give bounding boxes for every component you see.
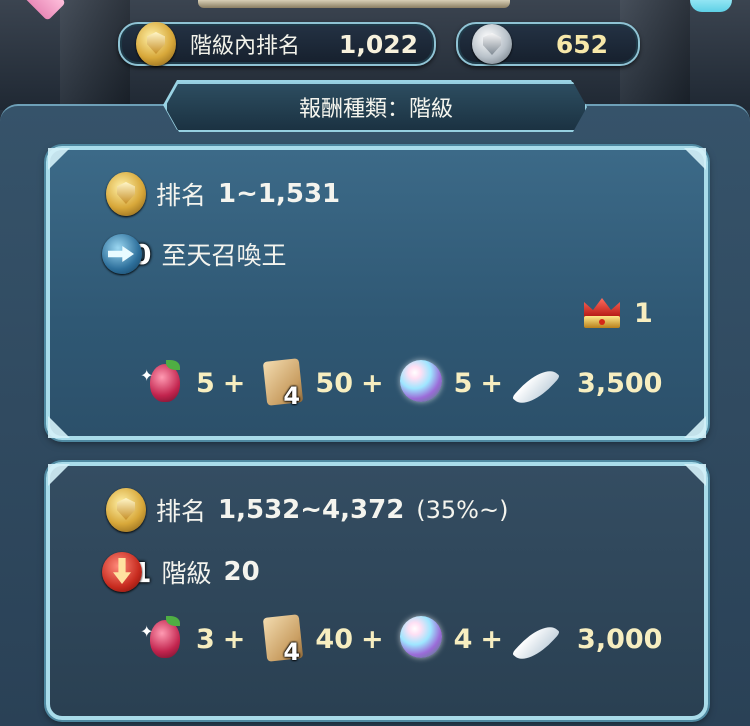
card-corner — [684, 464, 706, 486]
rank-label: 階級內排名 — [190, 34, 301, 59]
rank-range-row: 排名 1~1,531 — [106, 172, 340, 216]
scroll-badge: 4 — [283, 382, 301, 410]
plus-sign: + — [361, 623, 384, 655]
plus-sign: + — [222, 367, 246, 399]
card-corner — [48, 416, 70, 438]
plus-sign: + — [480, 623, 504, 655]
top-frame-strip — [198, 0, 510, 8]
rank-medal-icon — [136, 22, 176, 66]
orb-icon — [398, 616, 444, 662]
rank-percent: (35%~) — [416, 496, 509, 524]
rank-prefix: 排名 — [156, 497, 207, 526]
rank-medal-icon — [106, 488, 146, 532]
rank-range: 1,532~4,372 — [218, 495, 405, 525]
fruit-count: 5 — [196, 367, 215, 399]
card-corner — [684, 148, 706, 170]
tier-label: 階級 — [161, 559, 212, 588]
cyan-decoration — [690, 0, 732, 12]
orb-icon — [398, 360, 444, 406]
orb-count: 5 — [453, 367, 473, 399]
promotion-row: 0 至天召喚王 — [102, 234, 287, 274]
reward-type-label: 報酬種類：階級 — [298, 97, 453, 122]
scroll-icon: 4 — [259, 358, 305, 410]
scroll-count: 40 — [315, 623, 353, 655]
feather-count: 3,500 — [577, 367, 663, 399]
fruit-icon: ✦ — [140, 360, 186, 406]
rank-prefix: 排名 — [156, 181, 207, 210]
feather-icon — [517, 617, 567, 661]
fruit-count: 3 — [196, 623, 215, 655]
scroll-badge: 4 — [283, 638, 301, 666]
demotion-row: 1 階級 20 — [102, 552, 260, 592]
feather-icon — [517, 361, 567, 405]
feather-count: 3,000 — [577, 623, 663, 655]
rank-range-row: 排名 1,532~4,372 (35%~) — [106, 488, 508, 532]
silver-count-display: 652 — [456, 22, 640, 66]
plus-sign: + — [222, 623, 246, 655]
card-corner — [48, 464, 70, 486]
silver-medal-icon — [472, 24, 512, 64]
demote-arrow-icon — [102, 552, 142, 592]
scroll-count: 50 — [315, 367, 353, 399]
scroll-icon: 4 — [259, 614, 305, 666]
crown-icon — [582, 296, 622, 330]
card-corner — [48, 148, 70, 170]
reward-tier-card-1: 排名 1~1,531 0 至天召喚王 1 ✦ 5 + 4 50 + 5 + 3,… — [46, 146, 708, 440]
card-corner — [684, 416, 706, 438]
reward-tier-card-2: 排名 1,532~4,372 (35%~) 1 階級 20 ✦ 3 + 4 40… — [46, 462, 708, 720]
reward-items-row: ✦ 5 + 4 50 + 5 + 3,500 — [140, 358, 663, 410]
promotion-text: 至天召喚王 — [161, 241, 287, 270]
plus-sign: + — [480, 367, 504, 399]
rank-in-tier-display: 階級內排名 1,022 — [118, 22, 436, 66]
crown-reward: 1 — [582, 296, 653, 330]
silver-value: 652 — [555, 29, 608, 59]
rank-medal-icon — [106, 172, 146, 216]
reward-items-row: ✦ 3 + 4 40 + 4 + 3,000 — [140, 614, 663, 666]
rank-range: 1~1,531 — [218, 179, 341, 209]
reward-type-tab[interactable]: 報酬種類：階級 — [165, 82, 587, 132]
orb-count: 4 — [453, 623, 473, 655]
fruit-icon: ✦ — [140, 616, 186, 662]
rank-value: 1,022 — [338, 29, 418, 59]
crown-count: 1 — [634, 297, 653, 329]
tier-value: 20 — [223, 557, 260, 587]
promote-arrow-icon — [102, 234, 142, 274]
plus-sign: + — [361, 367, 384, 399]
